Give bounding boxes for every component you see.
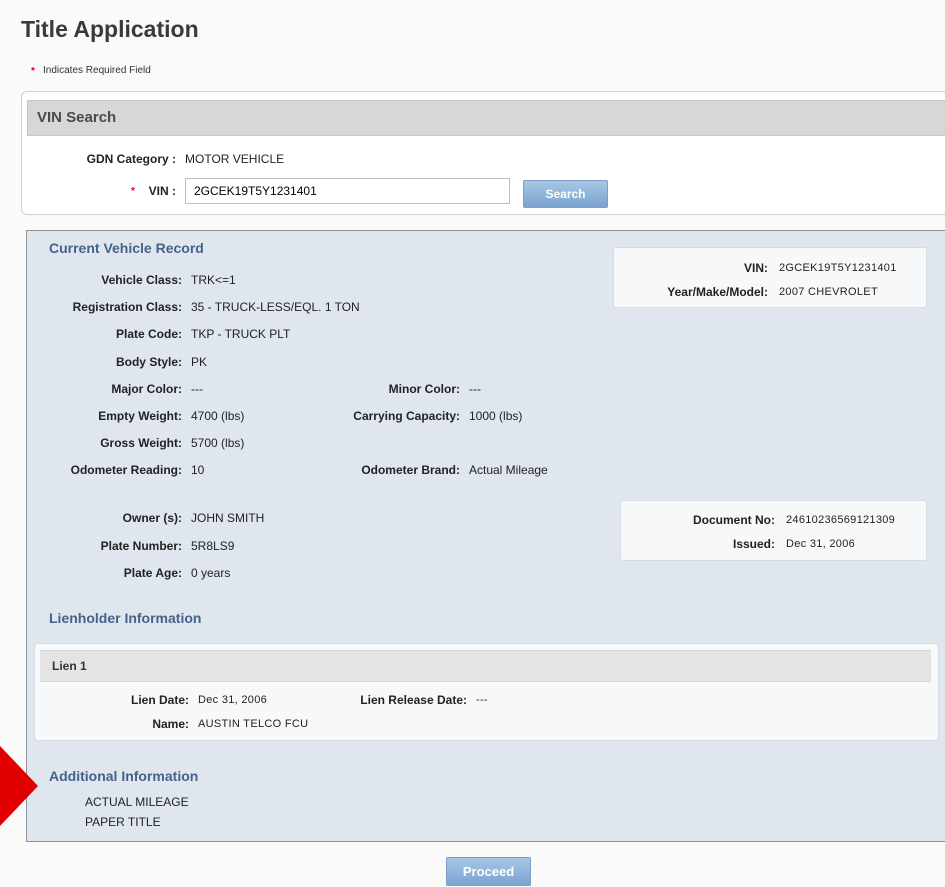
lien-date-value: Dec 31, 2006 <box>198 694 268 706</box>
lien-name-label: Name: <box>152 717 189 731</box>
vin-search-header: VIN Search <box>27 100 945 136</box>
lien-1-title: Lien 1 <box>52 659 87 673</box>
vin-search-title: VIN Search <box>37 109 117 126</box>
plate-code-label: Plate Code: <box>115 327 182 341</box>
vin-label: VIN : <box>148 184 176 198</box>
minor-color-value: --- <box>469 382 481 396</box>
lien-name-value: AUSTIN TELCO FCU <box>198 718 309 730</box>
plate-code-value: TKP - TRUCK PLT <box>191 327 291 341</box>
year-make-model-value: 2007 CHEVROLET <box>779 286 878 298</box>
gdn-category-label: GDN Category : <box>86 152 176 166</box>
required-star-icon: * <box>31 66 35 77</box>
summary-vin-label: VIN: <box>744 261 768 275</box>
vin-input[interactable] <box>185 178 510 204</box>
carrying-capacity-value: 1000 (lbs) <box>469 409 523 423</box>
document-box <box>620 500 927 561</box>
gross-weight-label: Gross Weight: <box>100 436 182 450</box>
registration-class-value: 35 - TRUCK-LESS/EQL. 1 TON <box>191 300 360 314</box>
major-color-label: Major Color: <box>111 382 182 396</box>
plate-age-label: Plate Age: <box>123 566 182 580</box>
body-style-label: Body Style: <box>115 355 182 369</box>
plate-number-value: 5R8LS9 <box>191 539 235 553</box>
carrying-capacity-label: Carrying Capacity: <box>353 409 460 423</box>
document-number-label: Document No: <box>693 513 775 527</box>
lien-1-header: Lien 1 <box>40 650 931 682</box>
additional-line-2: PAPER TITLE <box>85 815 161 829</box>
document-number-value: 24610236569121309 <box>786 514 896 526</box>
empty-weight-label: Empty Weight: <box>98 409 182 423</box>
odometer-reading-label: Odometer Reading: <box>70 463 182 477</box>
issued-value: Dec 31, 2006 <box>786 538 856 550</box>
lien-date-label: Lien Date: <box>130 693 189 707</box>
page: Title Application * Indicates Required F… <box>0 0 945 887</box>
lien-release-date-value: --- <box>476 694 488 706</box>
summary-vin-value: 2GCEK19T5Y1231401 <box>779 262 897 274</box>
owners-value: JOHN SMITH <box>191 511 265 525</box>
odometer-reading-value: 10 <box>191 463 205 477</box>
year-make-model-label: Year/Make/Model: <box>667 285 768 299</box>
odometer-brand-value: Actual Mileage <box>469 463 548 477</box>
additional-information-title: Additional Information <box>49 768 199 784</box>
major-color-value: --- <box>191 382 203 396</box>
required-note: Indicates Required Field <box>43 65 151 76</box>
registration-class-label: Registration Class: <box>72 300 182 314</box>
current-vehicle-record-title: Current Vehicle Record <box>49 240 204 256</box>
gross-weight-value: 5700 (lbs) <box>191 436 245 450</box>
proceed-button[interactable]: Proceed <box>446 857 531 886</box>
minor-color-label: Minor Color: <box>388 382 460 396</box>
empty-weight-value: 4700 (lbs) <box>191 409 245 423</box>
gdn-category-value: MOTOR VEHICLE <box>185 152 285 166</box>
search-button[interactable]: Search <box>523 180 608 208</box>
red-arrow-icon <box>0 746 38 826</box>
plate-number-label: Plate Number: <box>100 539 182 553</box>
issued-label: Issued: <box>732 537 775 551</box>
additional-line-1: ACTUAL MILEAGE <box>85 795 189 809</box>
lien-release-date-label: Lien Release Date: <box>360 693 467 707</box>
owners-label: Owner (s): <box>122 511 182 525</box>
vehicle-class-label: Vehicle Class: <box>101 273 182 287</box>
lienholder-information-title: Lienholder Information <box>49 610 202 626</box>
page-title: Title Application <box>21 16 199 42</box>
odometer-brand-label: Odometer Brand: <box>361 463 460 477</box>
body-style-value: PK <box>191 355 208 369</box>
vehicle-class-value: TRK<=1 <box>191 273 236 287</box>
plate-age-value: 0 years <box>191 566 231 580</box>
